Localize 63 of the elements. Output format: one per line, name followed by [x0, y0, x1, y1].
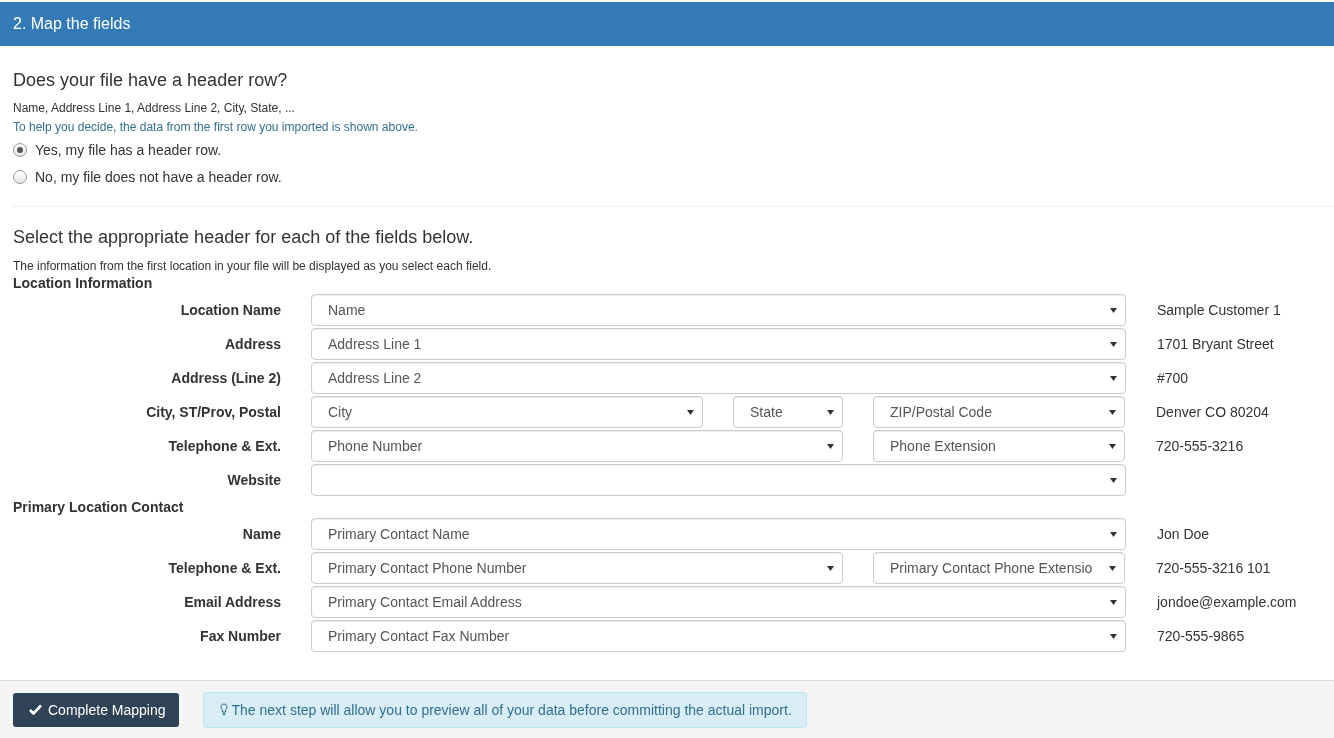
panel-title: 2. Map the fields	[13, 15, 131, 33]
caret-icon	[1110, 341, 1117, 347]
sample-value: 720-555-3216	[1156, 438, 1244, 454]
caret-icon	[1110, 531, 1117, 537]
info-text: The information from the first location in your file will be displayed as you select each field.	[13, 259, 493, 273]
dropdown[interactable]: Address Line 1	[311, 328, 1126, 360]
sample-value: 720-555-3216 101	[1156, 560, 1271, 576]
field-label: Website	[226, 472, 281, 488]
dropdown[interactable]	[311, 464, 1126, 496]
field-label: Fax Number	[199, 628, 281, 644]
sample-value: Jon Doe	[1157, 526, 1210, 542]
sample-value: Denver CO 80204	[1156, 404, 1269, 420]
field-label: Location Name	[179, 302, 281, 318]
dropdown[interactable]: State	[733, 396, 843, 428]
sample-value: 1701 Bryant Street	[1157, 336, 1274, 352]
dropdown[interactable]: Primary Contact Phone Extensio	[873, 552, 1125, 584]
field-label: Address	[223, 336, 281, 352]
dropdown[interactable]: Phone Number	[311, 430, 843, 462]
dropdown[interactable]: Address Line 2	[311, 362, 1126, 394]
sample-value: 720-555-9865	[1157, 628, 1245, 644]
dropdown[interactable]: Primary Contact Phone Number	[311, 552, 843, 584]
field-label: City, ST/Prov, Postal	[145, 404, 281, 420]
complete-mapping-button[interactable]: Complete Mapping	[13, 692, 179, 727]
lightbulb-icon	[219, 703, 228, 716]
dropdown[interactable]: Primary Contact Email Address	[311, 586, 1126, 618]
caret-icon	[1109, 565, 1116, 571]
dropdown[interactable]: Primary Contact Name	[311, 518, 1126, 550]
info-text: The next step will allow you to preview all of your data before committing the actual import.	[231, 701, 792, 718]
checkmark-icon	[29, 704, 42, 715]
field-label: Address (Line 2)	[170, 370, 281, 386]
group-title: Primary Location Contact	[13, 498, 185, 517]
field-label: Name	[241, 526, 281, 542]
dropdown[interactable]: City	[311, 396, 703, 428]
caret-icon	[827, 443, 834, 449]
caret-icon	[827, 565, 834, 571]
caret-icon	[1110, 599, 1117, 605]
caret-icon	[1110, 375, 1117, 381]
group-title: Location Information	[13, 274, 154, 293]
dropdown[interactable]: Name	[311, 294, 1126, 326]
radio-button[interactable]	[13, 142, 27, 157]
field-label: Telephone & Ext.	[167, 560, 281, 576]
first-row-preview: Name, Address Line 1, Address Line 2, City, State, ...	[13, 100, 296, 117]
radio-label[interactable]: Yes, my file has a header row.	[35, 141, 222, 158]
dropdown[interactable]: Primary Contact Fax Number	[311, 620, 1126, 652]
caret-icon	[827, 409, 834, 415]
sample-value: Sample Customer 1	[1157, 302, 1281, 318]
caret-icon	[687, 409, 694, 415]
question-heading: Does your file have a header row?	[13, 69, 289, 92]
caret-icon	[1110, 307, 1117, 313]
caret-icon	[1110, 633, 1117, 639]
dropdown[interactable]: Phone Extension	[873, 430, 1125, 462]
help-text: To help you decide, the data from the first row you imported is shown above.	[13, 119, 419, 136]
caret-icon	[1110, 477, 1117, 483]
caret-icon	[1109, 409, 1116, 415]
field-label: Telephone & Ext.	[167, 438, 281, 454]
caret-icon	[1109, 443, 1116, 449]
radio-label[interactable]: No, my file does not have a header row.	[35, 168, 282, 185]
sample-value: #700	[1157, 370, 1189, 386]
dropdown[interactable]: ZIP/Postal Code	[873, 396, 1125, 428]
radio-button[interactable]	[13, 169, 27, 184]
section-heading: Select the appropriate header for each of the fields below.	[13, 226, 475, 249]
field-label: Email Address	[183, 594, 281, 610]
sample-value: jondoe@example.com	[1157, 594, 1297, 610]
